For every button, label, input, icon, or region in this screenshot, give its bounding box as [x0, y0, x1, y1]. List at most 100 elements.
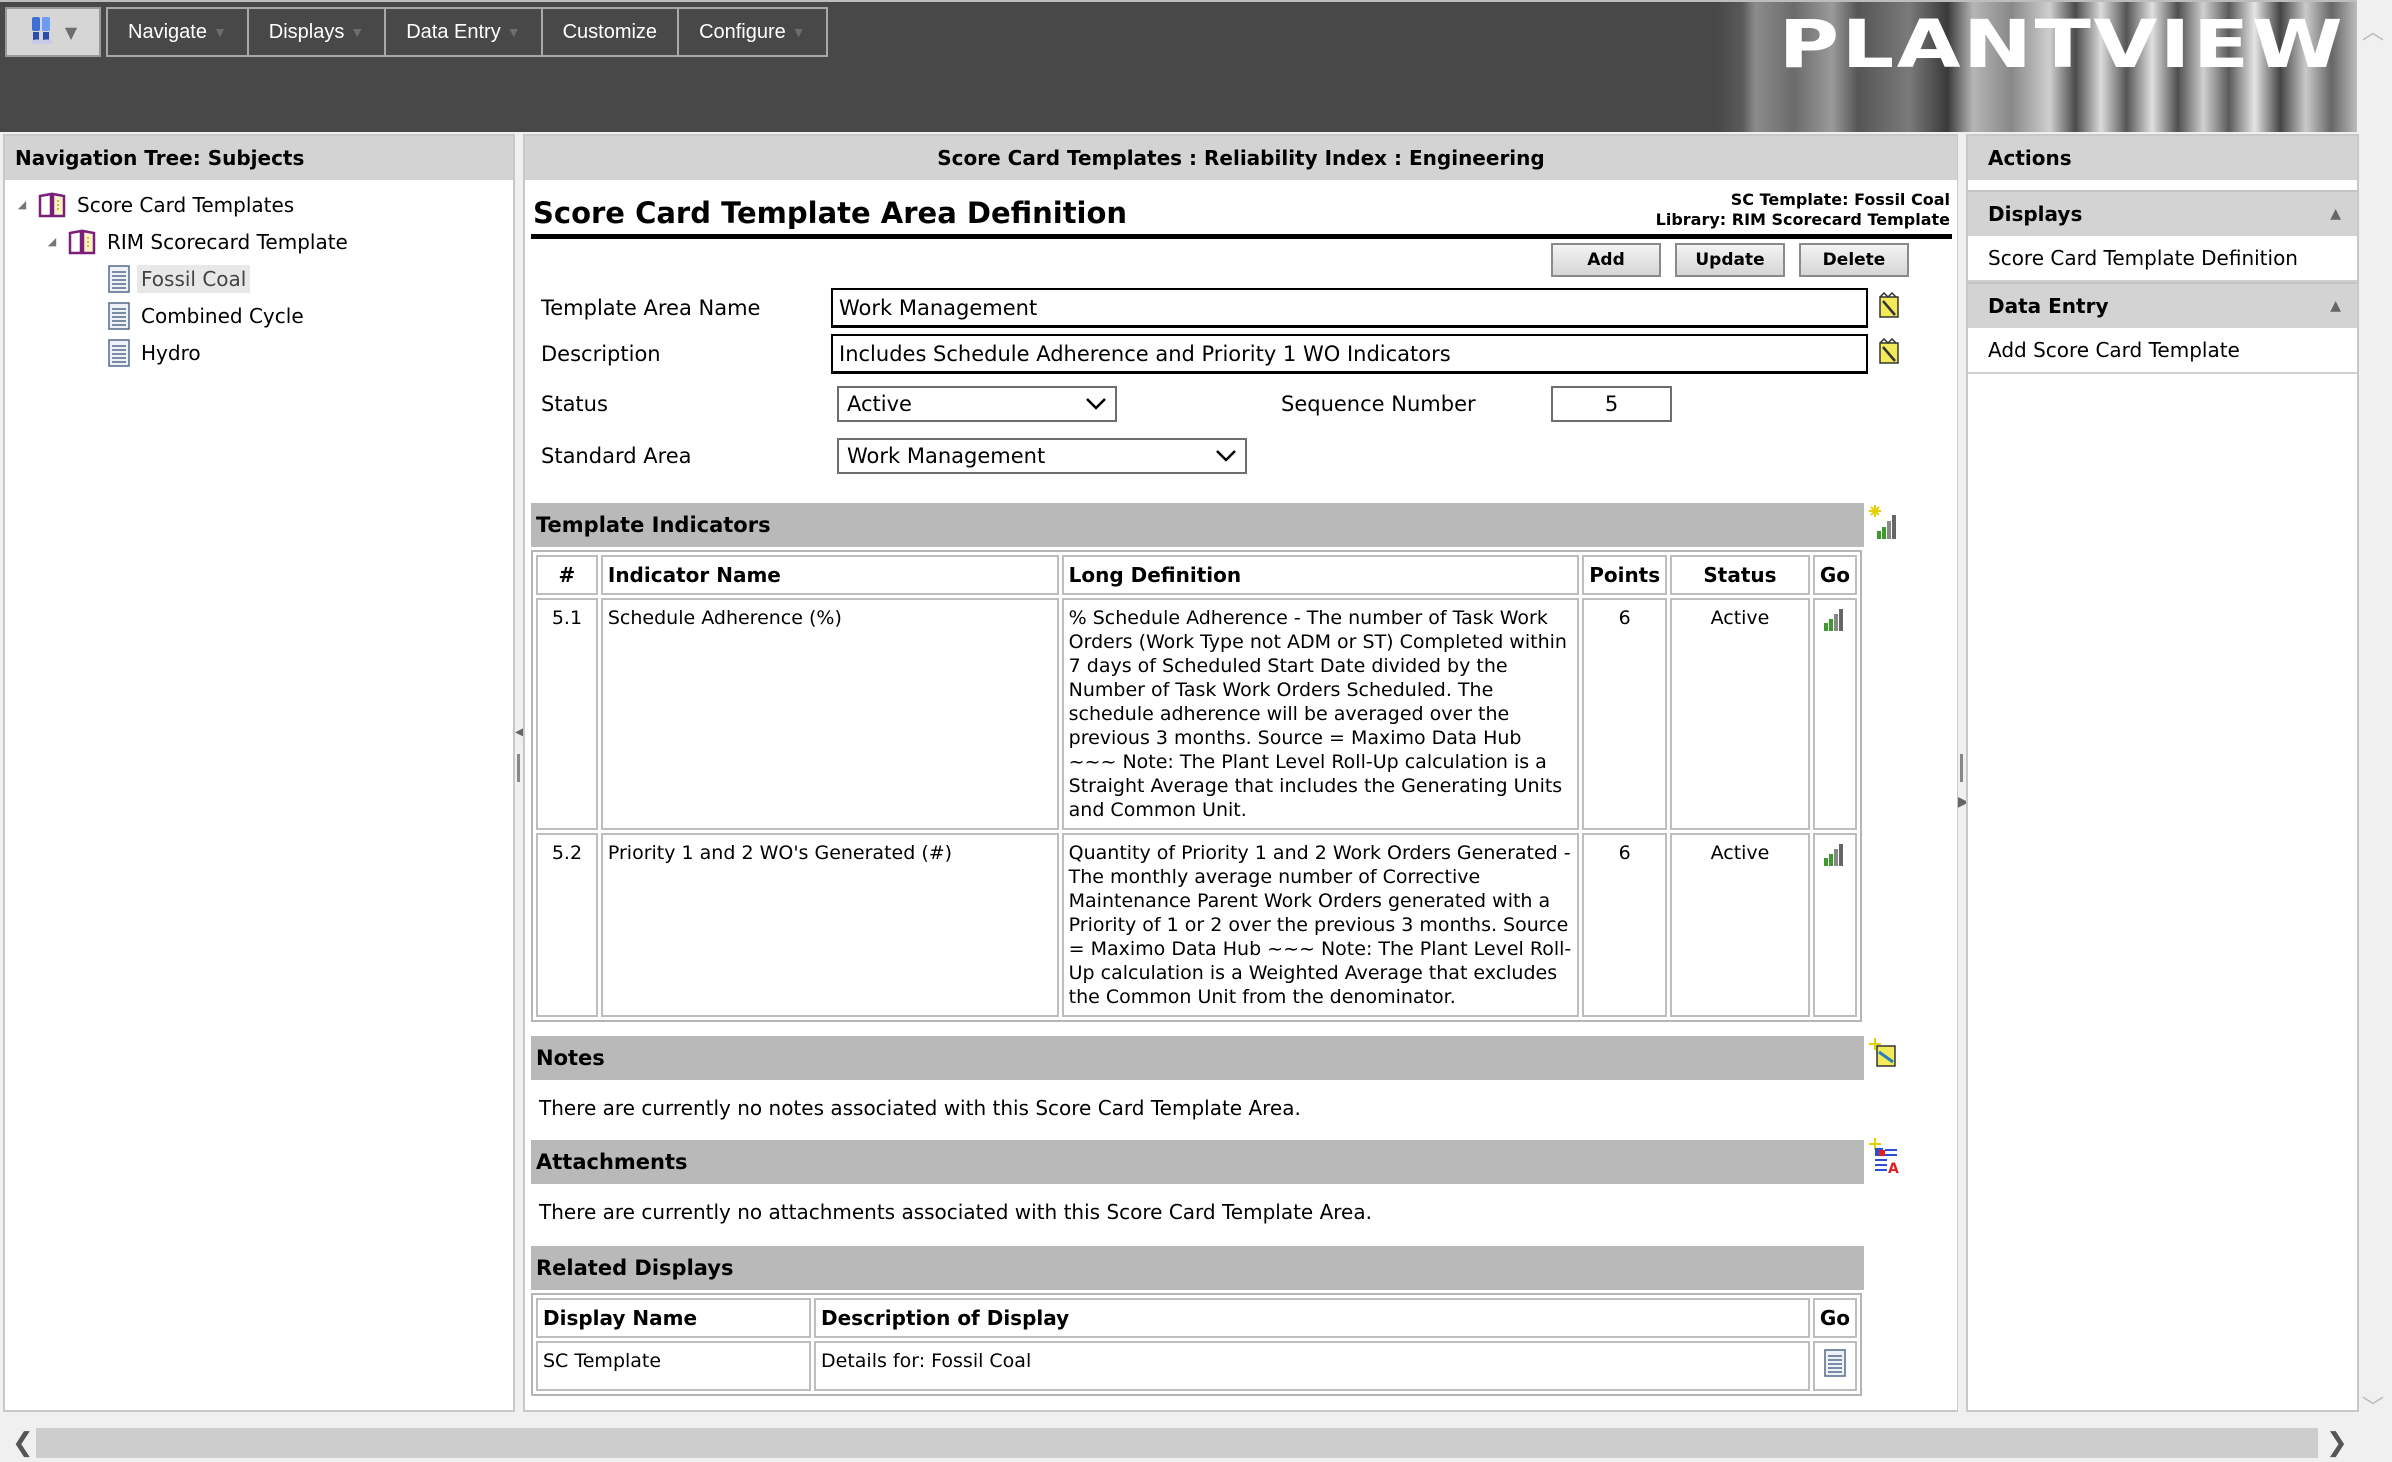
table-row: 5.1 Schedule Adherence (%) % Schedule Ad… [536, 598, 1857, 830]
display-name: SC Template [536, 1341, 811, 1391]
go-button[interactable] [1812, 598, 1857, 830]
description-input[interactable]: Includes Schedule Adherence and Priority… [831, 334, 1868, 374]
add-note-icon[interactable] [1869, 1036, 1899, 1075]
scroll-up-icon[interactable]: ︿ [2362, 14, 2384, 46]
panel-title: Navigation Tree: Subjects [5, 136, 513, 180]
add-attachment-icon[interactable]: A [1869, 1136, 1899, 1179]
horizontal-scrollbar[interactable]: ❮ ❯ [0, 1426, 2392, 1462]
tree-item-label: Score Card Templates [77, 192, 295, 217]
column-header: Long Definition [1061, 555, 1580, 595]
standard-area-select[interactable]: Work Management [837, 438, 1247, 474]
page-meta: SC Template: Fossil Coal Library: RIM Sc… [1656, 190, 1950, 230]
indicator-status: Active [1670, 598, 1810, 830]
column-header: Go [1812, 1298, 1857, 1338]
action-add-score-card-template[interactable]: Add Score Card Template [1968, 328, 2357, 374]
indicator-status: Active [1670, 833, 1810, 1017]
caret-down-icon: ▼ [506, 24, 521, 40]
indicator-points: 6 [1582, 598, 1668, 830]
section-title: Template Indicators [536, 513, 771, 537]
tree-item-score-card-templates[interactable]: ◢ Score Card Templates [5, 186, 513, 223]
page-title: Score Card Template Area Definition [533, 196, 1128, 230]
indicator-definition: Quantity of Priority 1 and 2 Work Orders… [1061, 833, 1580, 1017]
scroll-down-icon[interactable]: ﹀ [2362, 1390, 2384, 1422]
action-score-card-template-definition[interactable]: Score Card Template Definition [1968, 236, 2357, 282]
document-icon [107, 264, 131, 293]
scrollbar-thumb[interactable] [36, 1428, 2318, 1458]
splitter-grip[interactable] [517, 754, 520, 782]
splitter-grip[interactable] [1960, 754, 1963, 782]
scroll-left-icon[interactable]: ❮ [12, 1428, 34, 1458]
add-indicator-icon[interactable] [1869, 503, 1899, 546]
go-button[interactable] [1812, 833, 1857, 1017]
svg-text:A: A [1888, 1161, 1899, 1174]
area-definition-form: Template Area Name Work Management Descr… [531, 285, 1952, 481]
tree-item-rim-scorecard-template[interactable]: ◢ RIM Scorecard Template [5, 223, 513, 260]
users-icon [29, 15, 55, 50]
book-icon [37, 192, 67, 218]
caret-down-icon: ▼ [791, 24, 806, 40]
collapse-up-icon[interactable]: ▲ [2330, 206, 2341, 222]
menu-label: Data Entry [406, 20, 501, 43]
signal-bars-icon[interactable] [1822, 609, 1848, 637]
group-label: Data Entry [1988, 294, 2109, 318]
sequence-number-input[interactable]: 5 [1551, 386, 1672, 422]
column-header: Points [1582, 555, 1668, 595]
actions-group-displays[interactable]: Displays ▲ [1968, 190, 2357, 236]
chevron-down-icon [1085, 392, 1107, 416]
section-title: Notes [536, 1046, 605, 1070]
indicator-definition: % Schedule Adherence - The number of Tas… [1061, 598, 1580, 830]
menu-data-entry[interactable]: Data Entry ▼ [386, 9, 543, 55]
status-select[interactable]: Active [837, 386, 1117, 422]
tree-item-combined-cycle[interactable]: Combined Cycle [5, 297, 513, 334]
column-header: Indicator Name [600, 555, 1059, 595]
delete-button[interactable]: Delete [1799, 243, 1909, 277]
tree-item-label: Fossil Coal [137, 264, 251, 293]
right-splitter[interactable]: ▶ [1958, 134, 1969, 1412]
update-button[interactable]: Update [1675, 243, 1785, 277]
action-buttons: Add Update Delete [531, 243, 1909, 277]
signal-bars-icon[interactable] [1822, 844, 1848, 872]
library-label: Library: RIM Scorecard Template [1655, 210, 1950, 229]
add-button[interactable]: Add [1551, 243, 1661, 277]
document-icon [107, 301, 131, 330]
document-icon [107, 338, 131, 367]
column-header: # [536, 555, 598, 595]
status-label: Status [541, 392, 608, 416]
tree-item-label: RIM Scorecard Template [107, 229, 348, 254]
indicator-number: 5.2 [536, 833, 598, 1017]
menu-navigate[interactable]: Navigate ▼ [108, 9, 249, 55]
scroll-right-icon[interactable]: ❯ [2326, 1428, 2348, 1458]
notes-empty-message: There are currently no notes associated … [539, 1096, 1301, 1120]
vertical-scrollbar[interactable]: ︿ ﹀ [2357, 0, 2392, 1426]
menu-displays[interactable]: Displays ▼ [249, 9, 387, 55]
brand-logo: PLANTVIEW [1778, 6, 2345, 83]
go-button[interactable] [1812, 1341, 1857, 1391]
standard-area-select-value: Work Management [847, 444, 1046, 468]
expand-toggle-icon[interactable]: ◢ [13, 198, 31, 211]
notes-header: Notes [531, 1036, 1896, 1080]
document-icon[interactable] [1823, 1349, 1847, 1382]
tree-item-fossil-coal[interactable]: Fossil Coal [5, 260, 513, 297]
tree-item-hydro[interactable]: Hydro [5, 334, 513, 371]
page-header: Score Card Template Area Definition SC T… [531, 184, 1952, 239]
brand-banner: PLANTVIEW [1717, 2, 2357, 132]
left-splitter[interactable]: ◀ [515, 134, 526, 1412]
menu-customize[interactable]: Customize [543, 9, 680, 55]
app-menu-button[interactable]: ▼ [5, 7, 101, 57]
table-header-row: # Indicator Name Long Definition Points … [536, 555, 1857, 595]
tree-item-label: Combined Cycle [141, 303, 304, 328]
actions-group-data-entry[interactable]: Data Entry ▲ [1968, 282, 2357, 328]
menu-items: Navigate ▼ Displays ▼ Data Entry ▼ Customiz… [106, 7, 828, 57]
attachments-empty-message: There are currently no attachments assoc… [539, 1200, 1372, 1224]
template-area-name-input[interactable]: Work Management [831, 288, 1868, 328]
top-header: ▼ Navigate ▼ Displays ▼ Data Entry ▼ Custom… [0, 0, 2392, 132]
caret-down-icon: ▼ [212, 24, 227, 40]
sequence-number-label: Sequence Number [1281, 392, 1476, 416]
expand-toggle-icon[interactable]: ◢ [43, 235, 61, 248]
description-label: Description [541, 342, 661, 366]
book-icon [67, 229, 97, 255]
notepad-edit-icon[interactable] [1876, 337, 1902, 371]
menu-configure[interactable]: Configure ▼ [679, 9, 826, 55]
notepad-edit-icon[interactable] [1876, 291, 1902, 325]
collapse-up-icon[interactable]: ▲ [2330, 298, 2341, 314]
